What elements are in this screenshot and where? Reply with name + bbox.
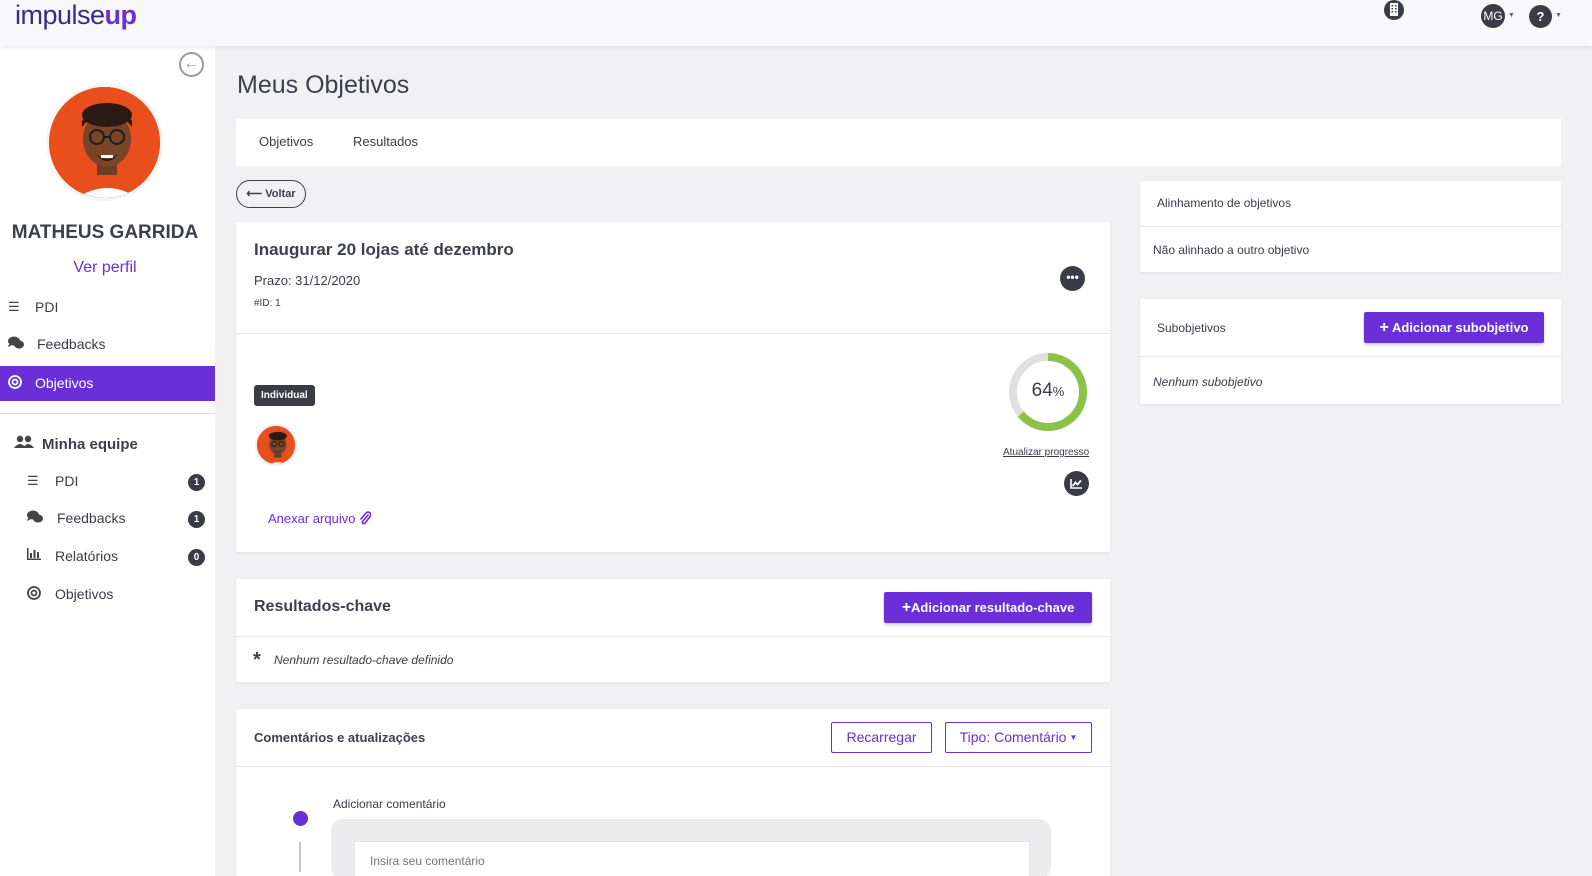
user-name: MATHEUS GARRIDA [11, 222, 199, 243]
add-comment-label: Adicionar comentário [333, 797, 446, 811]
plus-icon: + [1379, 319, 1389, 336]
comments-title: Comentários e atualizações [254, 730, 426, 745]
team-item-feedbacks[interactable]: Feedbacks 1 [0, 508, 215, 538]
count-badge: 1 [188, 474, 205, 491]
list-icon: ☰ [27, 473, 39, 488]
subobjectives-empty: Nenhum subobjetivo [1153, 375, 1263, 389]
team-item-label: PDI [55, 473, 79, 489]
sidebar-item-feedbacks[interactable]: Feedbacks [0, 327, 215, 362]
comments-icon [8, 336, 24, 352]
plus-icon: + [901, 599, 912, 616]
user-menu-avatar[interactable]: MG [1481, 4, 1505, 28]
sidebar-item-label: Feedbacks [37, 336, 106, 352]
chevron-down-icon[interactable]: ▼ [1555, 12, 1562, 19]
chevron-down-icon[interactable]: ▼ [1508, 12, 1515, 19]
more-options-button[interactable]: ••• [1060, 266, 1085, 291]
page-title: Meus Objetivos [237, 71, 410, 99]
attach-file-link[interactable]: Anexar arquivo [268, 511, 372, 526]
list-icon: ☰ [8, 299, 20, 314]
count-badge: 0 [188, 549, 205, 566]
progress-ring: 64% [1008, 352, 1088, 432]
company-icon[interactable] [1384, 0, 1404, 20]
card-divider [236, 636, 1110, 637]
subobjectives-card: Subobjetivos + Adicionar subobjetivo Nen… [1140, 299, 1561, 404]
key-results-empty: Nenhum resultado-chave definido [274, 653, 454, 667]
tab-objetivos[interactable]: Objetivos [259, 134, 313, 149]
comments-card: Comentários e atualizações Recarregar Ti… [236, 709, 1110, 876]
key-results-title: Resultados-chave [254, 598, 391, 615]
asterisk-icon: * [253, 649, 261, 671]
card-divider [236, 766, 1110, 767]
sidebar-item-objetivos[interactable]: Objetivos [0, 366, 215, 401]
arrow-left-icon: ⟵ [246, 188, 263, 200]
tab-resultados[interactable]: Resultados [353, 134, 418, 149]
type-tag: Individual [254, 385, 315, 406]
paperclip-icon [359, 511, 372, 526]
reload-button[interactable]: Recarregar [831, 722, 932, 753]
update-progress-link[interactable]: Atualizar progresso [1003, 447, 1089, 458]
add-key-result-label: Adicionar resultado-chave [911, 600, 1075, 615]
objective-title: Inaugurar 20 lojas até dezembro [254, 240, 514, 259]
progress-chart-button[interactable] [1064, 471, 1089, 496]
avatar [46, 84, 163, 201]
progress-number: 64 [1031, 380, 1053, 401]
team-item-relatorios[interactable]: Relatórios 0 [0, 546, 215, 576]
sidebar-divider [0, 413, 215, 414]
team-item-label: Objetivos [55, 586, 114, 602]
team-item-objetivos[interactable]: Objetivos [0, 584, 215, 614]
help-button[interactable]: ? [1529, 5, 1552, 28]
card-divider [1140, 226, 1561, 227]
app-logo[interactable]: impulseup [15, 0, 137, 31]
objective-id: #ID: 1 [254, 298, 281, 309]
bar-chart-icon [27, 548, 43, 563]
sidebar-item-label: PDI [35, 299, 59, 315]
top-bar: impulseup MG ▼ ? ▼ [0, 0, 1592, 46]
logo-accent: up [104, 0, 138, 30]
comment-input[interactable] [354, 841, 1030, 876]
team-item-label: Relatórios [55, 548, 119, 564]
progress-value: 64% [1008, 380, 1088, 402]
comments-icon [27, 510, 43, 527]
add-subobjective-button[interactable]: + Adicionar subobjetivo [1364, 312, 1544, 343]
timeline-dot [293, 811, 308, 826]
view-profile-link[interactable]: Ver perfil [0, 259, 210, 277]
progress-unit: % [1052, 384, 1065, 399]
timeline-line [299, 842, 301, 872]
add-subobjective-label: Adicionar subobjetivo [1391, 320, 1529, 335]
sidebar-item-pdi[interactable]: ☰ PDI [0, 290, 215, 325]
tab-bar: Objetivos Resultados [236, 119, 1561, 166]
team-item-label: Feedbacks [57, 510, 126, 526]
objective-card: Inaugurar 20 lojas até dezembro Prazo: 3… [236, 222, 1110, 552]
sidebar-item-label: Objetivos [35, 375, 94, 391]
alignment-card: Alinhamento de objetivos Não alinhado a … [1140, 181, 1561, 272]
comment-type-dropdown[interactable]: Tipo: Comentário ▼ [945, 722, 1092, 753]
line-chart-icon [1070, 479, 1082, 489]
attach-file-label: Anexar arquivo [268, 511, 356, 526]
card-divider [236, 333, 1110, 334]
users-icon [14, 435, 34, 453]
member-avatar[interactable] [255, 424, 297, 466]
collapse-sidebar-button[interactable]: ← [179, 52, 204, 77]
team-title-label: Minha equipe [42, 436, 138, 453]
caret-down-icon: ▼ [1069, 733, 1078, 742]
add-key-result-button[interactable]: +Adicionar resultado-chave [884, 592, 1092, 623]
target-icon [8, 375, 24, 391]
logo-main: impulse [15, 0, 105, 30]
back-button[interactable]: ⟵ Voltar [236, 180, 306, 208]
alignment-value: Não alinhado a outro objetivo [1153, 243, 1310, 257]
team-item-pdi[interactable]: ☰ PDI 1 [0, 471, 215, 501]
alignment-title: Alinhamento de objetivos [1157, 196, 1292, 210]
subobjectives-title: Subobjetivos [1157, 321, 1226, 335]
key-results-card: Resultados-chave +Adicionar resultado-ch… [236, 579, 1110, 682]
objective-deadline: Prazo: 31/12/2020 [254, 273, 361, 288]
sidebar: ← MATHEUS GARRIDA Ver perfil ☰ PDI Feedb… [0, 46, 215, 876]
team-section-title: Minha equipe [14, 435, 138, 453]
count-badge: 1 [188, 511, 205, 528]
comment-type-label: Tipo: Comentário [959, 729, 1067, 745]
back-button-label: Voltar [265, 188, 296, 200]
target-icon [27, 586, 43, 603]
card-divider [1140, 356, 1561, 357]
